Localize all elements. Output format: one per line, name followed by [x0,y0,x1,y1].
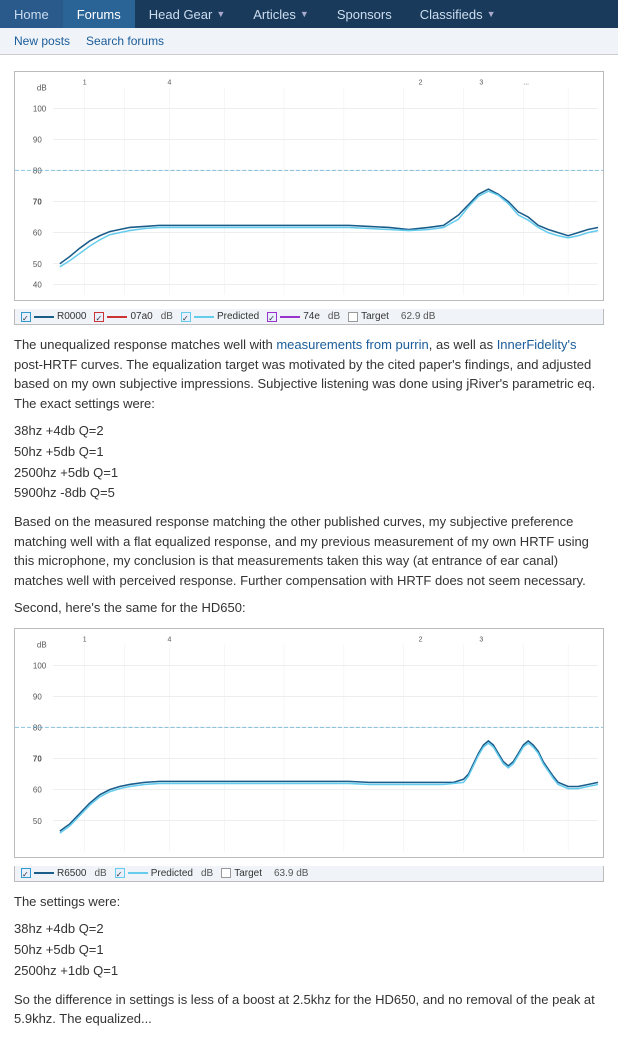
legend-label-74e: 74e [303,311,320,322]
legend-db-value-1: 62.9 dB [401,311,435,322]
chart-1-legend: R0000 07a0 dB Predicted 74e dB Target 62… [14,309,604,325]
legend2-label-r6500: R6500 [57,868,86,879]
svg-text:3: 3 [479,78,483,86]
legend-label-target: Target [361,311,389,322]
eq-setting-4: 5900hz -8db Q=5 [14,483,604,504]
nav-forums[interactable]: Forums [63,0,135,28]
legend-label-predicted: Predicted [217,311,259,322]
legend2-line-r6500 [34,872,54,874]
legend2-line-predicted [128,872,148,874]
svg-text:50: 50 [33,816,42,825]
legend-check-predicted[interactable] [181,312,191,322]
classifieds-caret-icon: ▼ [487,9,496,19]
legend-check-target[interactable] [348,312,358,322]
legend-db-2: dB [328,311,340,322]
nav-classifieds[interactable]: Classifieds ▼ [406,0,510,28]
svg-text:3: 3 [479,635,483,643]
innerfidelity-link[interactable]: InnerFidelity's [497,337,577,352]
legend2-item-r6500[interactable]: R6500 [21,868,86,879]
svg-text:40: 40 [33,280,42,289]
svg-text:70: 70 [33,198,42,207]
top-navigation: Home Forums Head Gear ▼ Articles ▼ Spons… [0,0,618,28]
svg-text:90: 90 [33,692,42,701]
nav-home[interactable]: Home [0,0,63,28]
nav-articles[interactable]: Articles ▼ [239,0,323,28]
svg-text:dB: dB [37,84,47,93]
legend2-check-target[interactable] [221,868,231,878]
legend-label-r0000: R0000 [57,311,86,322]
legend-item-r0000[interactable]: R0000 [21,311,86,322]
eq-settings-hd800: 38hz +4db Q=2 50hz +5db Q=1 2500hz +5db … [14,421,604,504]
legend2-db-value: 63.9 dB [274,868,308,879]
legend2-db-2: dB [201,868,213,879]
legend-line-r0000 [34,316,54,318]
post-text-1: The unequalized response matches well wi… [14,335,604,618]
legend-item-74e[interactable]: 74e [267,311,320,322]
new-posts-link[interactable]: New posts [8,32,76,50]
legend-check-74e[interactable] [267,312,277,322]
legend-item-predicted[interactable]: Predicted [181,311,259,322]
svg-text:60: 60 [33,229,42,238]
legend-label-07a0: 07a0 [130,311,152,322]
legend2-item-target[interactable]: Target [221,868,262,879]
legend-check-r0000[interactable] [21,312,31,322]
svg-text:90: 90 [33,135,42,144]
svg-text:2: 2 [419,78,423,86]
legend2-label-target: Target [234,868,262,879]
eq-setting-3: 2500hz +5db Q=1 [14,463,604,484]
sub-navigation: New posts Search forums [0,28,618,55]
svg-text:80: 80 [33,166,42,175]
eq-settings-hd650: 38hz +4db Q=2 50hz +5db Q=1 2500hz +1db … [14,919,604,981]
svg-text:80: 80 [33,723,42,732]
legend-item-07a0[interactable]: 07a0 [94,311,152,322]
eq-hd650-setting-1: 38hz +4db Q=2 [14,919,604,940]
legend-check-07a0[interactable] [94,312,104,322]
svg-text:dB: dB [37,640,47,649]
svg-text:1: 1 [83,78,87,86]
svg-text:...: ... [523,78,529,86]
legend-line-07a0 [107,316,127,318]
eq-setting-2: 50hz +5db Q=1 [14,442,604,463]
chart-2-legend: R6500 dB Predicted dB Target 63.9 dB [14,866,604,882]
svg-text:4: 4 [167,78,171,86]
nav-headgear[interactable]: Head Gear ▼ [135,0,240,28]
legend2-item-predicted[interactable]: Predicted [115,868,193,879]
main-content: dB 100 90 80 70 60 50 40 [0,55,618,1047]
legend2-label-predicted: Predicted [151,868,193,879]
eq-hd650-setting-3: 2500hz +1db Q=1 [14,961,604,982]
legend2-check-r6500[interactable] [21,868,31,878]
svg-text:100: 100 [33,661,47,670]
eq-setting-1: 38hz +4db Q=2 [14,421,604,442]
articles-caret-icon: ▼ [300,9,309,19]
legend-line-74e [280,316,300,318]
search-forums-link[interactable]: Search forums [80,32,170,50]
post-text-hd650: The settings were: 38hz +4db Q=2 50hz +5… [14,892,604,1029]
legend2-check-predicted[interactable] [115,868,125,878]
svg-text:4: 4 [167,635,171,643]
svg-text:60: 60 [33,785,42,794]
legend-line-predicted [194,316,214,318]
chart-1: dB 100 90 80 70 60 50 40 [14,71,604,301]
legend-item-target[interactable]: Target [348,311,389,322]
eq-hd650-setting-2: 50hz +5db Q=1 [14,940,604,961]
svg-text:70: 70 [33,754,42,763]
headgear-caret-icon: ▼ [216,9,225,19]
svg-text:100: 100 [33,104,47,113]
purrin-link[interactable]: measurements from purrin [276,337,428,352]
chart-2: dB 100 90 80 70 60 50 [14,628,604,858]
svg-text:2: 2 [419,635,423,643]
svg-text:50: 50 [33,260,42,269]
legend2-db-1: dB [94,868,106,879]
legend-db-1: dB [161,311,173,322]
svg-text:1: 1 [83,635,87,643]
nav-sponsors[interactable]: Sponsors [323,0,406,28]
